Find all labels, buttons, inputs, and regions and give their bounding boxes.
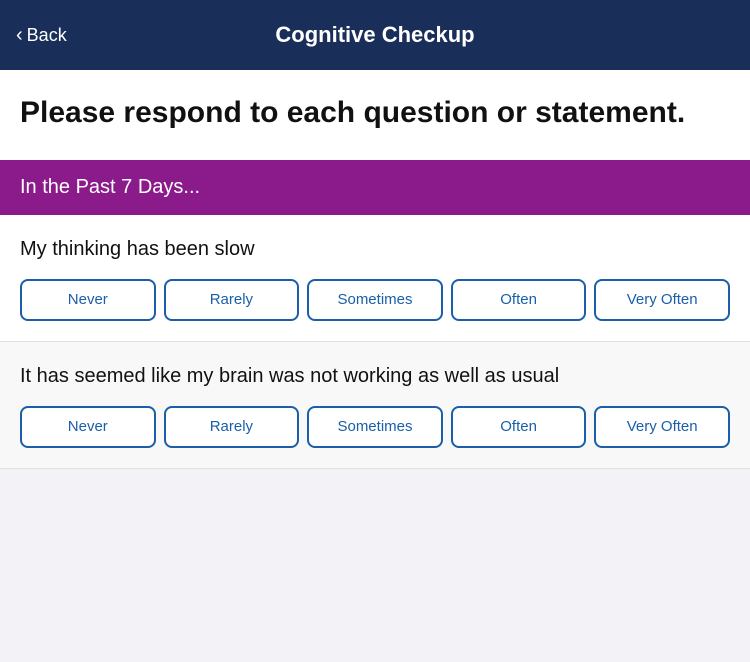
back-chevron-icon: ‹ [16,25,23,45]
question-item-1: My thinking has been slow Never Rarely S… [0,215,750,342]
answer-never-1[interactable]: Never [20,279,156,321]
page-title: Cognitive Checkup [275,22,474,48]
answer-rarely-1[interactable]: Rarely [164,279,300,321]
section-label: In the Past 7 Days... [20,176,200,198]
back-label: Back [27,25,67,46]
answer-often-2[interactable]: Often [451,406,587,448]
answer-sometimes-1[interactable]: Sometimes [307,279,443,321]
answer-row-1: Never Rarely Sometimes Often Very Often [20,279,730,321]
question-item-2: It has seemed like my brain was not work… [0,342,750,469]
answer-never-2[interactable]: Never [20,406,156,448]
question-text-2: It has seemed like my brain was not work… [20,362,730,390]
intro-text: Please respond to each question or state… [20,94,730,132]
back-button[interactable]: ‹ Back [16,25,67,46]
answer-very-often-1[interactable]: Very Often [594,279,730,321]
answer-rarely-2[interactable]: Rarely [164,406,300,448]
answer-sometimes-2[interactable]: Sometimes [307,406,443,448]
app-header: ‹ Back Cognitive Checkup [0,0,750,70]
answer-very-often-2[interactable]: Very Often [594,406,730,448]
question-text-1: My thinking has been slow [20,235,730,263]
answer-row-2: Never Rarely Sometimes Often Very Often [20,406,730,448]
intro-section: Please respond to each question or state… [0,70,750,160]
section-header: In the Past 7 Days... [0,160,750,215]
answer-often-1[interactable]: Often [451,279,587,321]
